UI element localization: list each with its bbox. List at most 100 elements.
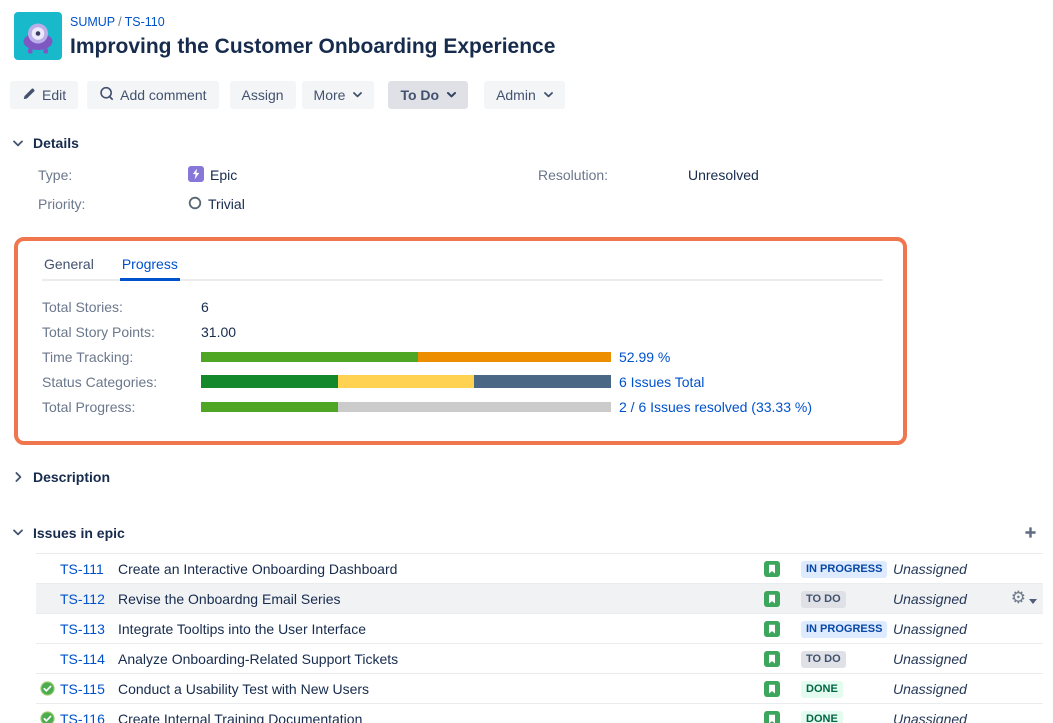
issue-row[interactable]: TS-115Conduct a Usability Test with New … xyxy=(36,674,1043,704)
status-badge: DONE xyxy=(801,681,843,698)
breadcrumb: SUMUP/TS-110 xyxy=(70,14,555,30)
status-categories-bar xyxy=(201,375,611,388)
type-value: Epic xyxy=(210,167,237,183)
expand-chevron-icon[interactable] xyxy=(12,472,24,482)
issue-summary: Analyze Onboarding-Related Support Ticke… xyxy=(118,651,764,667)
status-badge: TO DO xyxy=(801,651,846,668)
status-column: DONE xyxy=(801,679,893,698)
status-badge: IN PROGRESS xyxy=(801,561,887,578)
tab-general[interactable]: General xyxy=(42,252,96,279)
issues-total-link[interactable]: 6 Issues Total xyxy=(619,374,704,390)
bar-segment xyxy=(201,352,418,362)
status-column: TO DO xyxy=(801,649,893,668)
bar-segment xyxy=(338,375,475,388)
issue-row[interactable]: TS-116Create Internal Training Documenta… xyxy=(36,704,1043,723)
story-type-icon xyxy=(764,681,780,697)
chevron-down-icon xyxy=(447,92,456,98)
tab-progress[interactable]: Progress xyxy=(120,252,180,281)
issues-resolved-link[interactable]: 2 / 6 Issues resolved (33.33 %) xyxy=(619,399,812,415)
bar-segment xyxy=(338,402,611,412)
issues-table: TS-111Create an Interactive Onboarding D… xyxy=(36,553,1043,723)
total-story-points-value: 31.00 xyxy=(201,324,236,340)
bar-segment xyxy=(201,402,338,412)
story-type-icon xyxy=(764,651,780,667)
issue-summary: Revise the Onboardng Email Series xyxy=(118,591,764,607)
issue-row[interactable]: TS-113Integrate Tooltips into the User I… xyxy=(36,614,1043,644)
status-categories-label: Status Categories: xyxy=(42,374,201,390)
bar-segment xyxy=(474,375,611,388)
issue-key-link[interactable]: TS-113 xyxy=(60,621,118,637)
status-column: DONE xyxy=(801,709,893,723)
details-heading: Details xyxy=(33,135,79,151)
page-title: Improving the Customer Onboarding Experi… xyxy=(70,35,555,59)
gear-icon[interactable]: ⚙ xyxy=(1011,590,1026,607)
issue-summary: Create an Interactive Onboarding Dashboa… xyxy=(118,561,764,577)
assign-button[interactable]: Assign xyxy=(230,81,296,109)
total-stories-label: Total Stories: xyxy=(42,299,201,315)
issue-header: SUMUP/TS-110 Improving the Customer Onbo… xyxy=(0,0,1053,60)
resolved-check-icon xyxy=(40,681,60,696)
status-column: TO DO xyxy=(801,589,893,608)
issue-assignee: Unassigned xyxy=(893,651,995,667)
collapse-chevron-icon[interactable] xyxy=(12,140,24,147)
row-actions: ⚙ xyxy=(995,590,1037,607)
issue-row[interactable]: TS-112Revise the Onboardng Email Series T… xyxy=(36,584,1043,614)
issue-row[interactable]: TS-111Create an Interactive Onboarding D… xyxy=(36,554,1043,584)
total-story-points-label: Total Story Points: xyxy=(42,324,201,340)
annotation-highlight-box: General Progress Total Stories: 6 Total … xyxy=(14,237,907,445)
project-avatar[interactable] xyxy=(14,12,62,60)
time-tracking-label: Time Tracking: xyxy=(42,349,201,365)
resolution-value: Unresolved xyxy=(688,167,759,183)
details-section: Details Type: Epic Resolution: Unresolve… xyxy=(0,135,1053,214)
story-type-icon xyxy=(764,561,780,577)
issue-key-link[interactable]: TS-115 xyxy=(60,681,118,697)
edit-button-label: Edit xyxy=(42,87,66,103)
total-stories-value: 6 xyxy=(201,299,209,315)
workflow-status-button[interactable]: To Do xyxy=(388,81,468,109)
issue-row[interactable]: TS-114Analyze Onboarding-Related Support… xyxy=(36,644,1043,674)
issue-key-link[interactable]: TS-112 xyxy=(60,591,118,607)
status-badge: TO DO xyxy=(801,591,846,608)
issue-summary: Integrate Tooltips into the User Interfa… xyxy=(118,621,764,637)
issue-assignee: Unassigned xyxy=(893,681,995,697)
more-menu-button[interactable]: More xyxy=(302,81,375,109)
admin-button-label: Admin xyxy=(496,87,536,103)
issue-key-link[interactable]: TS-116 xyxy=(60,711,118,723)
issue-key-link[interactable]: TS-111 xyxy=(60,561,118,577)
collapse-chevron-icon[interactable] xyxy=(12,529,24,536)
description-section: Description xyxy=(0,469,1053,485)
chevron-down-icon xyxy=(353,92,362,98)
issue-summary: Conduct a Usability Test with New Users xyxy=(118,681,764,697)
priority-label: Priority: xyxy=(38,196,188,212)
add-issue-plus-icon[interactable] xyxy=(1022,524,1039,541)
issue-key-link[interactable]: TS-114 xyxy=(60,651,118,667)
assign-button-label: Assign xyxy=(242,87,284,103)
epic-type-icon xyxy=(188,166,204,185)
priority-value: Trivial xyxy=(208,196,245,212)
breadcrumb-project-link[interactable]: SUMUP xyxy=(70,15,115,29)
caret-down-icon[interactable] xyxy=(1029,591,1037,607)
story-type-icon xyxy=(764,711,780,723)
more-button-label: More xyxy=(314,87,346,103)
total-progress-bar xyxy=(201,402,611,412)
admin-menu-button[interactable]: Admin xyxy=(484,81,565,109)
status-column: IN PROGRESS xyxy=(801,559,893,578)
time-tracking-percent: 52.99 % xyxy=(619,349,670,365)
type-label: Type: xyxy=(38,167,188,183)
pencil-icon xyxy=(22,87,36,104)
status-column: IN PROGRESS xyxy=(801,619,893,638)
resolution-label: Resolution: xyxy=(538,167,688,183)
issue-assignee: Unassigned xyxy=(893,591,995,607)
status-badge: DONE xyxy=(801,711,843,723)
time-tracking-bar xyxy=(201,352,611,362)
issue-assignee: Unassigned xyxy=(893,621,995,637)
issues-in-epic-section: Issues in epic TS-111Create an Interacti… xyxy=(0,524,1053,723)
breadcrumb-issue-link[interactable]: TS-110 xyxy=(125,15,165,29)
description-heading: Description xyxy=(33,469,110,485)
total-progress-label: Total Progress: xyxy=(42,399,201,415)
resolved-check-icon xyxy=(40,711,60,723)
edit-button[interactable]: Edit xyxy=(10,81,78,109)
toolbar: Edit Add comment Assign More To Do Admin xyxy=(0,81,1053,109)
add-comment-button[interactable]: Add comment xyxy=(87,81,218,109)
panel-tabs: General Progress xyxy=(42,250,883,281)
